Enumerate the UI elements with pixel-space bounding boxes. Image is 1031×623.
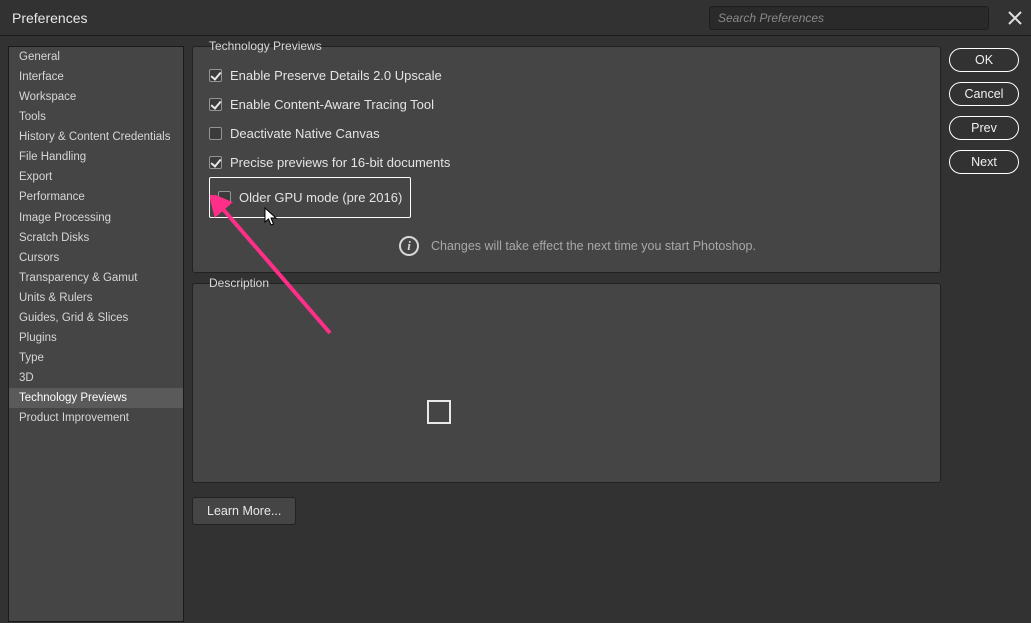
sidebar-item-units-rulers[interactable]: Units & Rulers xyxy=(9,288,183,308)
checkbox[interactable] xyxy=(209,69,222,82)
sidebar-item-cursors[interactable]: Cursors xyxy=(9,248,183,268)
next-button[interactable]: Next xyxy=(949,150,1019,174)
technology-previews-group: Technology Previews Enable Preserve Deta… xyxy=(192,46,941,273)
search-input[interactable] xyxy=(709,6,989,30)
option-label[interactable]: Enable Content-Aware Tracing Tool xyxy=(230,97,434,112)
option-row: Deactivate Native Canvas xyxy=(209,119,924,148)
info-row: i Changes will take effect the next time… xyxy=(209,236,924,256)
sidebar-item-general[interactable]: General xyxy=(9,47,183,67)
checkbox[interactable] xyxy=(218,191,231,204)
description-title: Description xyxy=(203,276,275,290)
sidebar-item-performance[interactable]: Performance xyxy=(9,187,183,207)
sidebar-item-3d[interactable]: 3D xyxy=(9,368,183,388)
sidebar-item-workspace[interactable]: Workspace xyxy=(9,87,183,107)
sidebar-item-product-improvement[interactable]: Product Improvement xyxy=(9,408,183,428)
option-label[interactable]: Deactivate Native Canvas xyxy=(230,126,380,141)
titlebar: Preferences xyxy=(0,0,1031,36)
sidebar: GeneralInterfaceWorkspaceToolsHistory & … xyxy=(8,46,184,622)
cancel-button[interactable]: Cancel xyxy=(949,82,1019,106)
description-group: Description xyxy=(192,283,941,483)
titlebar-right xyxy=(709,6,1023,30)
content: GeneralInterfaceWorkspaceToolsHistory & … xyxy=(0,36,1031,623)
sidebar-item-export[interactable]: Export xyxy=(9,167,183,187)
option-row: Older GPU mode (pre 2016) xyxy=(218,183,402,212)
sidebar-item-history-content-credentials[interactable]: History & Content Credentials xyxy=(9,127,183,147)
window-title: Preferences xyxy=(12,10,87,26)
option-label[interactable]: Precise previews for 16-bit documents xyxy=(230,155,450,170)
close-icon[interactable] xyxy=(1007,10,1023,26)
description-placeholder-box xyxy=(427,400,451,424)
highlighted-option: Older GPU mode (pre 2016) xyxy=(209,177,411,218)
sidebar-item-interface[interactable]: Interface xyxy=(9,67,183,87)
sidebar-item-guides-grid-slices[interactable]: Guides, Grid & Slices xyxy=(9,308,183,328)
info-icon: i xyxy=(399,236,419,256)
sidebar-item-file-handling[interactable]: File Handling xyxy=(9,147,183,167)
main-panel: Technology Previews Enable Preserve Deta… xyxy=(192,46,941,611)
option-row: Precise previews for 16-bit documents xyxy=(209,148,924,177)
option-label[interactable]: Enable Preserve Details 2.0 Upscale xyxy=(230,68,442,83)
sidebar-item-tools[interactable]: Tools xyxy=(9,107,183,127)
right-buttons: OK Cancel Prev Next xyxy=(949,48,1019,611)
checkbox[interactable] xyxy=(209,98,222,111)
option-row: Enable Preserve Details 2.0 Upscale xyxy=(209,61,924,90)
checkbox[interactable] xyxy=(209,156,222,169)
option-label[interactable]: Older GPU mode (pre 2016) xyxy=(239,190,402,205)
sidebar-item-plugins[interactable]: Plugins xyxy=(9,328,183,348)
group-title: Technology Previews xyxy=(203,39,328,53)
learn-more-button[interactable]: Learn More... xyxy=(192,497,296,525)
option-row: Enable Content-Aware Tracing Tool xyxy=(209,90,924,119)
sidebar-item-type[interactable]: Type xyxy=(9,348,183,368)
sidebar-item-technology-previews[interactable]: Technology Previews xyxy=(9,388,183,408)
prev-button[interactable]: Prev xyxy=(949,116,1019,140)
info-text: Changes will take effect the next time y… xyxy=(431,239,756,253)
ok-button[interactable]: OK xyxy=(949,48,1019,72)
sidebar-item-image-processing[interactable]: Image Processing xyxy=(9,208,183,228)
sidebar-item-transparency-gamut[interactable]: Transparency & Gamut xyxy=(9,268,183,288)
checkbox[interactable] xyxy=(209,127,222,140)
sidebar-item-scratch-disks[interactable]: Scratch Disks xyxy=(9,228,183,248)
